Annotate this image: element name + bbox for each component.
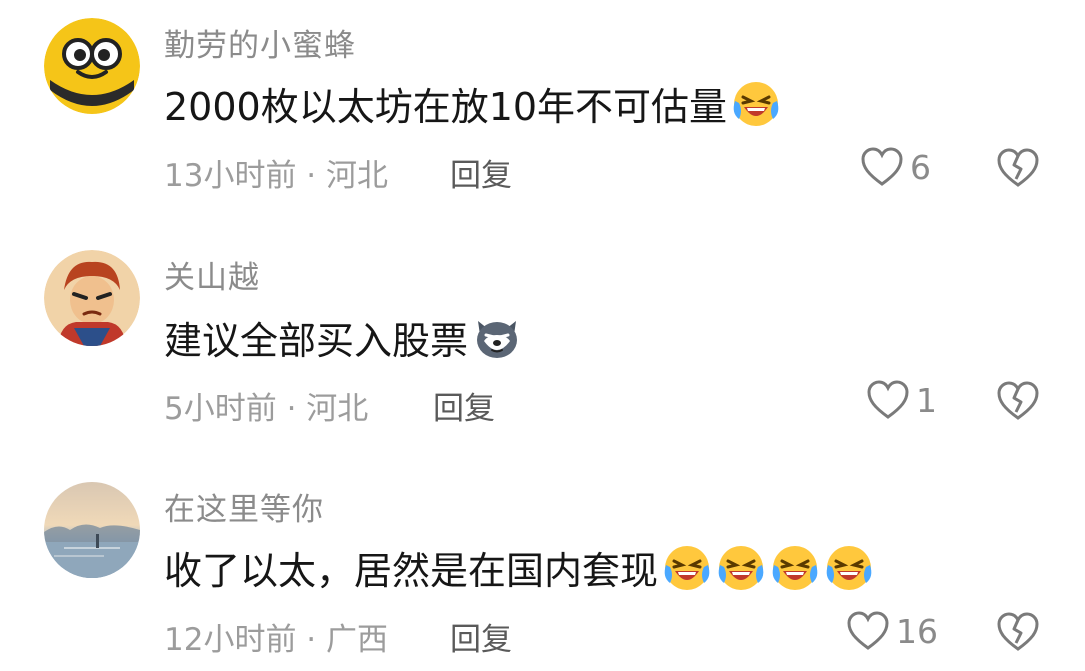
dislike-button[interactable]	[996, 147, 1040, 191]
reply-button[interactable]: 回复	[433, 383, 495, 428]
username[interactable]: 勤劳的小蜜蜂	[164, 20, 356, 65]
broken-heart-icon	[997, 612, 1039, 651]
laughing-crying-emoji-icon	[770, 543, 820, 593]
bee-avatar-icon	[44, 18, 140, 114]
like-count: 6	[910, 147, 931, 187]
comment-text: 建议全部买入股票	[164, 310, 522, 365]
comment-text: 收了以太，居然是在国内套现	[164, 540, 874, 595]
comment-meta: 13小时前 · 河北	[164, 158, 389, 194]
avatar[interactable]	[44, 250, 140, 346]
comment-text-content: 收了以太，居然是在国内套现	[164, 549, 659, 593]
reply-button[interactable]: 回复	[450, 614, 512, 659]
like-count: 16	[896, 611, 938, 651]
landscape-avatar-icon	[44, 482, 140, 578]
comment-text-content: 建议全部买入股票	[164, 319, 469, 363]
dislike-button[interactable]	[996, 611, 1040, 655]
heart-icon	[846, 610, 890, 652]
husky-emoji-icon	[472, 313, 522, 363]
like-count: 1	[916, 380, 937, 420]
avatar[interactable]	[44, 482, 140, 578]
comment-meta: 12小时前 · 广西	[164, 622, 389, 658]
laughing-crying-emoji-icon	[731, 79, 781, 129]
like-button[interactable]: 16	[846, 610, 938, 652]
cartoon-man-avatar-icon	[44, 250, 140, 346]
like-button[interactable]: 6	[860, 146, 931, 188]
laughing-crying-emoji-icon	[716, 543, 766, 593]
heart-icon	[860, 146, 904, 188]
avatar[interactable]	[44, 18, 140, 114]
laughing-crying-emoji-icon	[662, 543, 712, 593]
laughing-crying-emoji-icon	[824, 543, 874, 593]
username[interactable]: 在这里等你	[164, 484, 324, 529]
comment-text-content: 2000枚以太坊在放10年不可估量	[164, 85, 728, 129]
comment-text: 2000枚以太坊在放10年不可估量	[164, 76, 781, 131]
broken-heart-icon	[997, 381, 1039, 420]
comment-meta: 5小时前 · 河北	[164, 391, 369, 427]
broken-heart-icon	[997, 148, 1039, 187]
username[interactable]: 关山越	[164, 252, 260, 297]
reply-button[interactable]: 回复	[450, 150, 512, 195]
dislike-button[interactable]	[996, 380, 1040, 424]
like-button[interactable]: 1	[866, 379, 937, 421]
heart-icon	[866, 379, 910, 421]
